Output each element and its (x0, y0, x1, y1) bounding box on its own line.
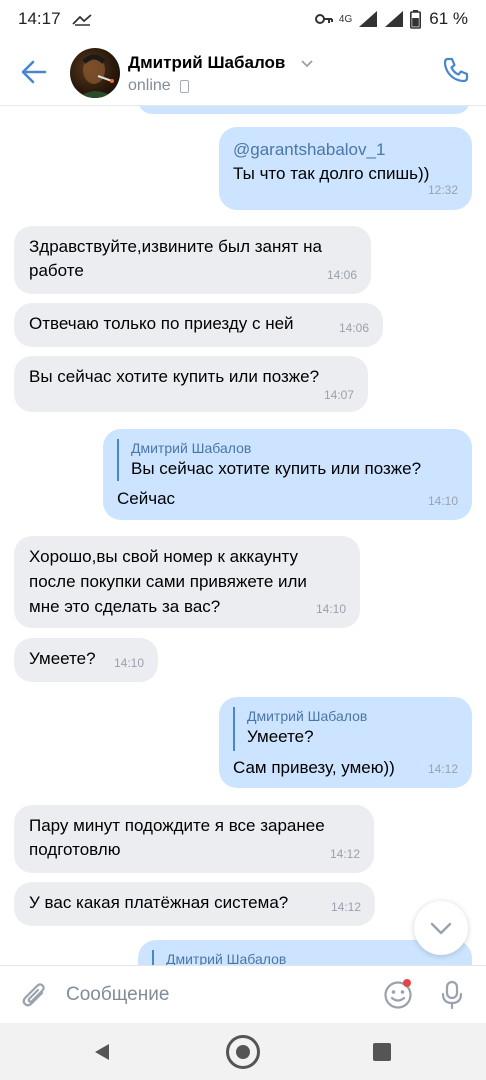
status-time: 14:17 (18, 9, 61, 28)
message-bubble-outgoing[interactable]: @garantshabalov_1 Ты что так долго спишь… (219, 127, 472, 210)
message-time: 14:06 (326, 268, 357, 282)
chat-header: Дмитрий Шабалов online (0, 38, 486, 106)
message-text: У вас какая платёжная система? (29, 893, 289, 912)
signal-icon (359, 11, 378, 27)
message-text-line: Здравствуйте,извините был занят на (29, 237, 322, 256)
reply-author: Дмитрий Шабалов (131, 440, 252, 456)
reply-quote[interactable]: Дмитрий Шабалов Умеете? (233, 707, 367, 751)
message-bubble-incoming[interactable]: Хорошо,вы свой номер к аккаунту после по… (14, 536, 360, 628)
message-text-line: Хорошо,вы свой номер к аккаунту (29, 547, 298, 566)
key-icon (314, 14, 333, 24)
message-bubble-incoming[interactable]: Здравствуйте,извините был занят на работ… (14, 226, 371, 294)
battery-icon (410, 9, 422, 29)
message-time: 14:10 (427, 494, 458, 508)
status-icons: 4G 61 % (314, 8, 468, 30)
message-time: 14:06 (338, 321, 369, 335)
message-time: 14:10 (113, 656, 144, 670)
microphone-icon[interactable] (440, 980, 464, 1010)
scroll-to-bottom-button[interactable] (414, 901, 468, 955)
message-text: Отвечаю только по приезду с ней (29, 314, 294, 333)
arrow-left-icon[interactable] (18, 56, 50, 88)
reply-author: Дмитрий Шабалов (247, 708, 368, 724)
home-icon (236, 1045, 250, 1059)
message-bubble-incoming[interactable]: Умеете? 14:10 (14, 638, 158, 682)
nav-recents-button[interactable] (373, 1043, 391, 1061)
message-bubble-outgoing[interactable]: Дмитрий Шабалов Умеете? Сам привезу, уме… (219, 697, 472, 788)
message-time: 14:10 (315, 602, 346, 616)
avatar-photo (78, 54, 114, 98)
battery-percent: 61 % (429, 9, 468, 28)
reply-quote[interactable]: Дмитрий Шабалов (152, 950, 286, 965)
message-bubble-incoming[interactable]: Пару минут подождите я все заранее подго… (14, 805, 374, 873)
message-text: Вы сейчас хотите купить или позже? (29, 367, 320, 386)
reply-text: Вы сейчас хотите купить или позже? (131, 459, 422, 478)
message-time: 14:12 (329, 847, 360, 861)
message-text-line: после покупки сами привяжете или (29, 572, 307, 591)
nav-back-icon[interactable] (92, 1042, 112, 1062)
reply-author: Дмитрий Шабалов (166, 951, 287, 965)
message-text-line: мне это сделать за вас? (29, 597, 221, 616)
signal-icon-2 (385, 11, 404, 27)
message-text: Ты что так долго спишь)) (233, 164, 430, 183)
notification-icon (72, 14, 92, 26)
chevron-down-icon (430, 922, 452, 935)
message-time: 14:12 (330, 900, 361, 914)
message-composer (0, 965, 486, 1023)
message-time: 12:32 (427, 183, 458, 197)
message-input[interactable] (66, 980, 366, 1010)
message-text-line: Пару минут подождите я все заранее (29, 816, 325, 835)
message-list[interactable]: @garantshabalov_1 Ты что так долго спишь… (0, 106, 486, 965)
message-text: Умеете? (29, 649, 96, 668)
message-bubble-incoming[interactable]: У вас какая платёжная система? 14:12 (14, 882, 375, 926)
nav-home-button[interactable] (226, 1035, 260, 1069)
message-bubble-incoming[interactable]: Вы сейчас хотите купить или позже? 14:07 (14, 356, 368, 412)
unread-dot (403, 979, 411, 987)
reply-quote[interactable]: Дмитрий Шабалов Вы сейчас хотите купить … (117, 439, 421, 481)
reply-text: Умеете? (247, 727, 314, 746)
message-bubble-incoming[interactable]: Отвечаю только по приезду с ней 14:06 (14, 303, 383, 347)
status-bar: 14:17 4G 61 % (0, 0, 486, 38)
phone-icon[interactable] (442, 56, 470, 84)
mention-link[interactable]: @garantshabalov_1 (233, 138, 385, 162)
online-status: online (128, 77, 171, 94)
message-text: Сам привезу, умею)) (233, 758, 395, 777)
paperclip-icon[interactable] (20, 980, 48, 1010)
chevron-down-icon[interactable] (300, 58, 314, 68)
message-bubble-partial[interactable] (138, 106, 470, 114)
message-text-line: работе (29, 261, 84, 280)
avatar[interactable] (70, 48, 120, 98)
message-text-line: подготовлю (29, 840, 121, 859)
contact-name[interactable]: Дмитрий Шабалов (128, 53, 285, 73)
message-text: Сейчас (117, 489, 176, 508)
network-type-label: 4G (338, 13, 353, 25)
message-bubble-outgoing[interactable]: Дмитрий Шабалов Вы сейчас хотите купить … (103, 429, 472, 520)
message-time: 14:07 (323, 388, 354, 402)
message-time: 14:12 (427, 762, 458, 776)
mobile-device-icon (180, 80, 189, 93)
system-nav-bar (0, 1023, 486, 1080)
